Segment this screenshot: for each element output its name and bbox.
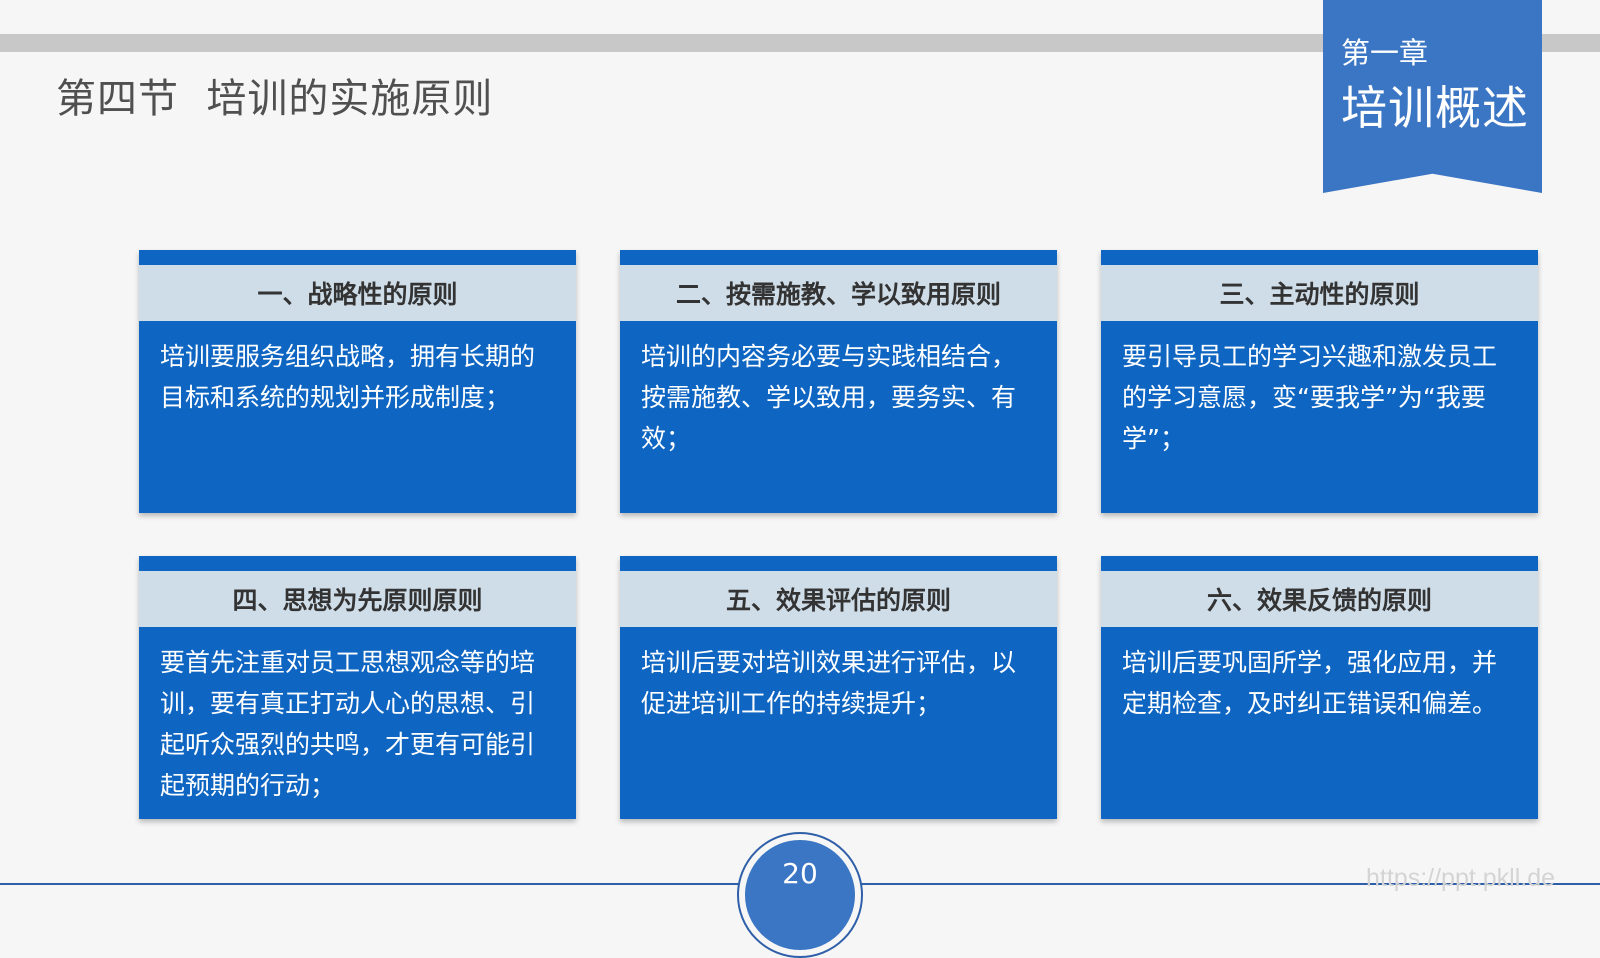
- chapter-badge: 第一章 培训概述: [1323, 0, 1542, 193]
- principle-card-title: 二、按需施教、学以致用原则: [620, 265, 1057, 321]
- principle-card-body: 要首先注重对员工思想观念等的培训，要有真正打动人心的思想、引起听众强烈的共鸣，才…: [160, 648, 536, 800]
- chapter-number: 第一章: [1341, 36, 1429, 70]
- principle-card-body: 要引导员工的学习兴趣和激发员工的学习意愿，变“要我学”为“我要学”；: [1122, 342, 1498, 453]
- page-number: 20: [782, 857, 818, 890]
- principle-card-6: 六、效果反馈的原则 培训后要巩固所学，强化应用，并定期检查，及时纠正错误和偏差。: [1101, 556, 1538, 819]
- watermark-text: https://ppt.pkll.de: [1366, 864, 1556, 892]
- principle-card-4: 四、思想为先原则原则 要首先注重对员工思想观念等的培训，要有真正打动人心的思想、…: [139, 556, 576, 819]
- principle-card-body: 培训后要对培训效果进行评估，以促进培训工作的持续提升；: [641, 648, 1017, 718]
- principle-card-title: 四、思想为先原则原则: [139, 571, 576, 627]
- principle-card-3: 三、主动性的原则 要引导员工的学习兴趣和激发员工的学习意愿，变“要我学”为“我要…: [1101, 250, 1538, 513]
- principle-card-2: 二、按需施教、学以致用原则 培训的内容务必要与实践相结合，按需施教、学以致用，要…: [620, 250, 1057, 513]
- principle-card-title: 五、效果评估的原则: [620, 571, 1057, 627]
- principle-card-title: 三、主动性的原则: [1101, 265, 1538, 321]
- principle-card-body: 培训后要巩固所学，强化应用，并定期检查，及时纠正错误和偏差。: [1122, 648, 1498, 718]
- principle-card-body: 培训的内容务必要与实践相结合，按需施教、学以致用，要务实、有效；: [641, 342, 1017, 453]
- chapter-title: 培训概述: [1341, 81, 1529, 135]
- principle-card-title: 一、战略性的原则: [139, 265, 576, 321]
- principle-card-title: 六、效果反馈的原则: [1101, 571, 1538, 627]
- principle-card-1: 一、战略性的原则 培训要服务组织战略，拥有长期的目标和系统的规划并形成制度；: [139, 250, 576, 513]
- principle-card-5: 五、效果评估的原则 培训后要对培训效果进行评估，以促进培训工作的持续提升；: [620, 556, 1057, 819]
- section-title: 第四节 培训的实施原则: [56, 76, 494, 122]
- principle-card-body: 培训要服务组织战略，拥有长期的目标和系统的规划并形成制度；: [160, 342, 536, 412]
